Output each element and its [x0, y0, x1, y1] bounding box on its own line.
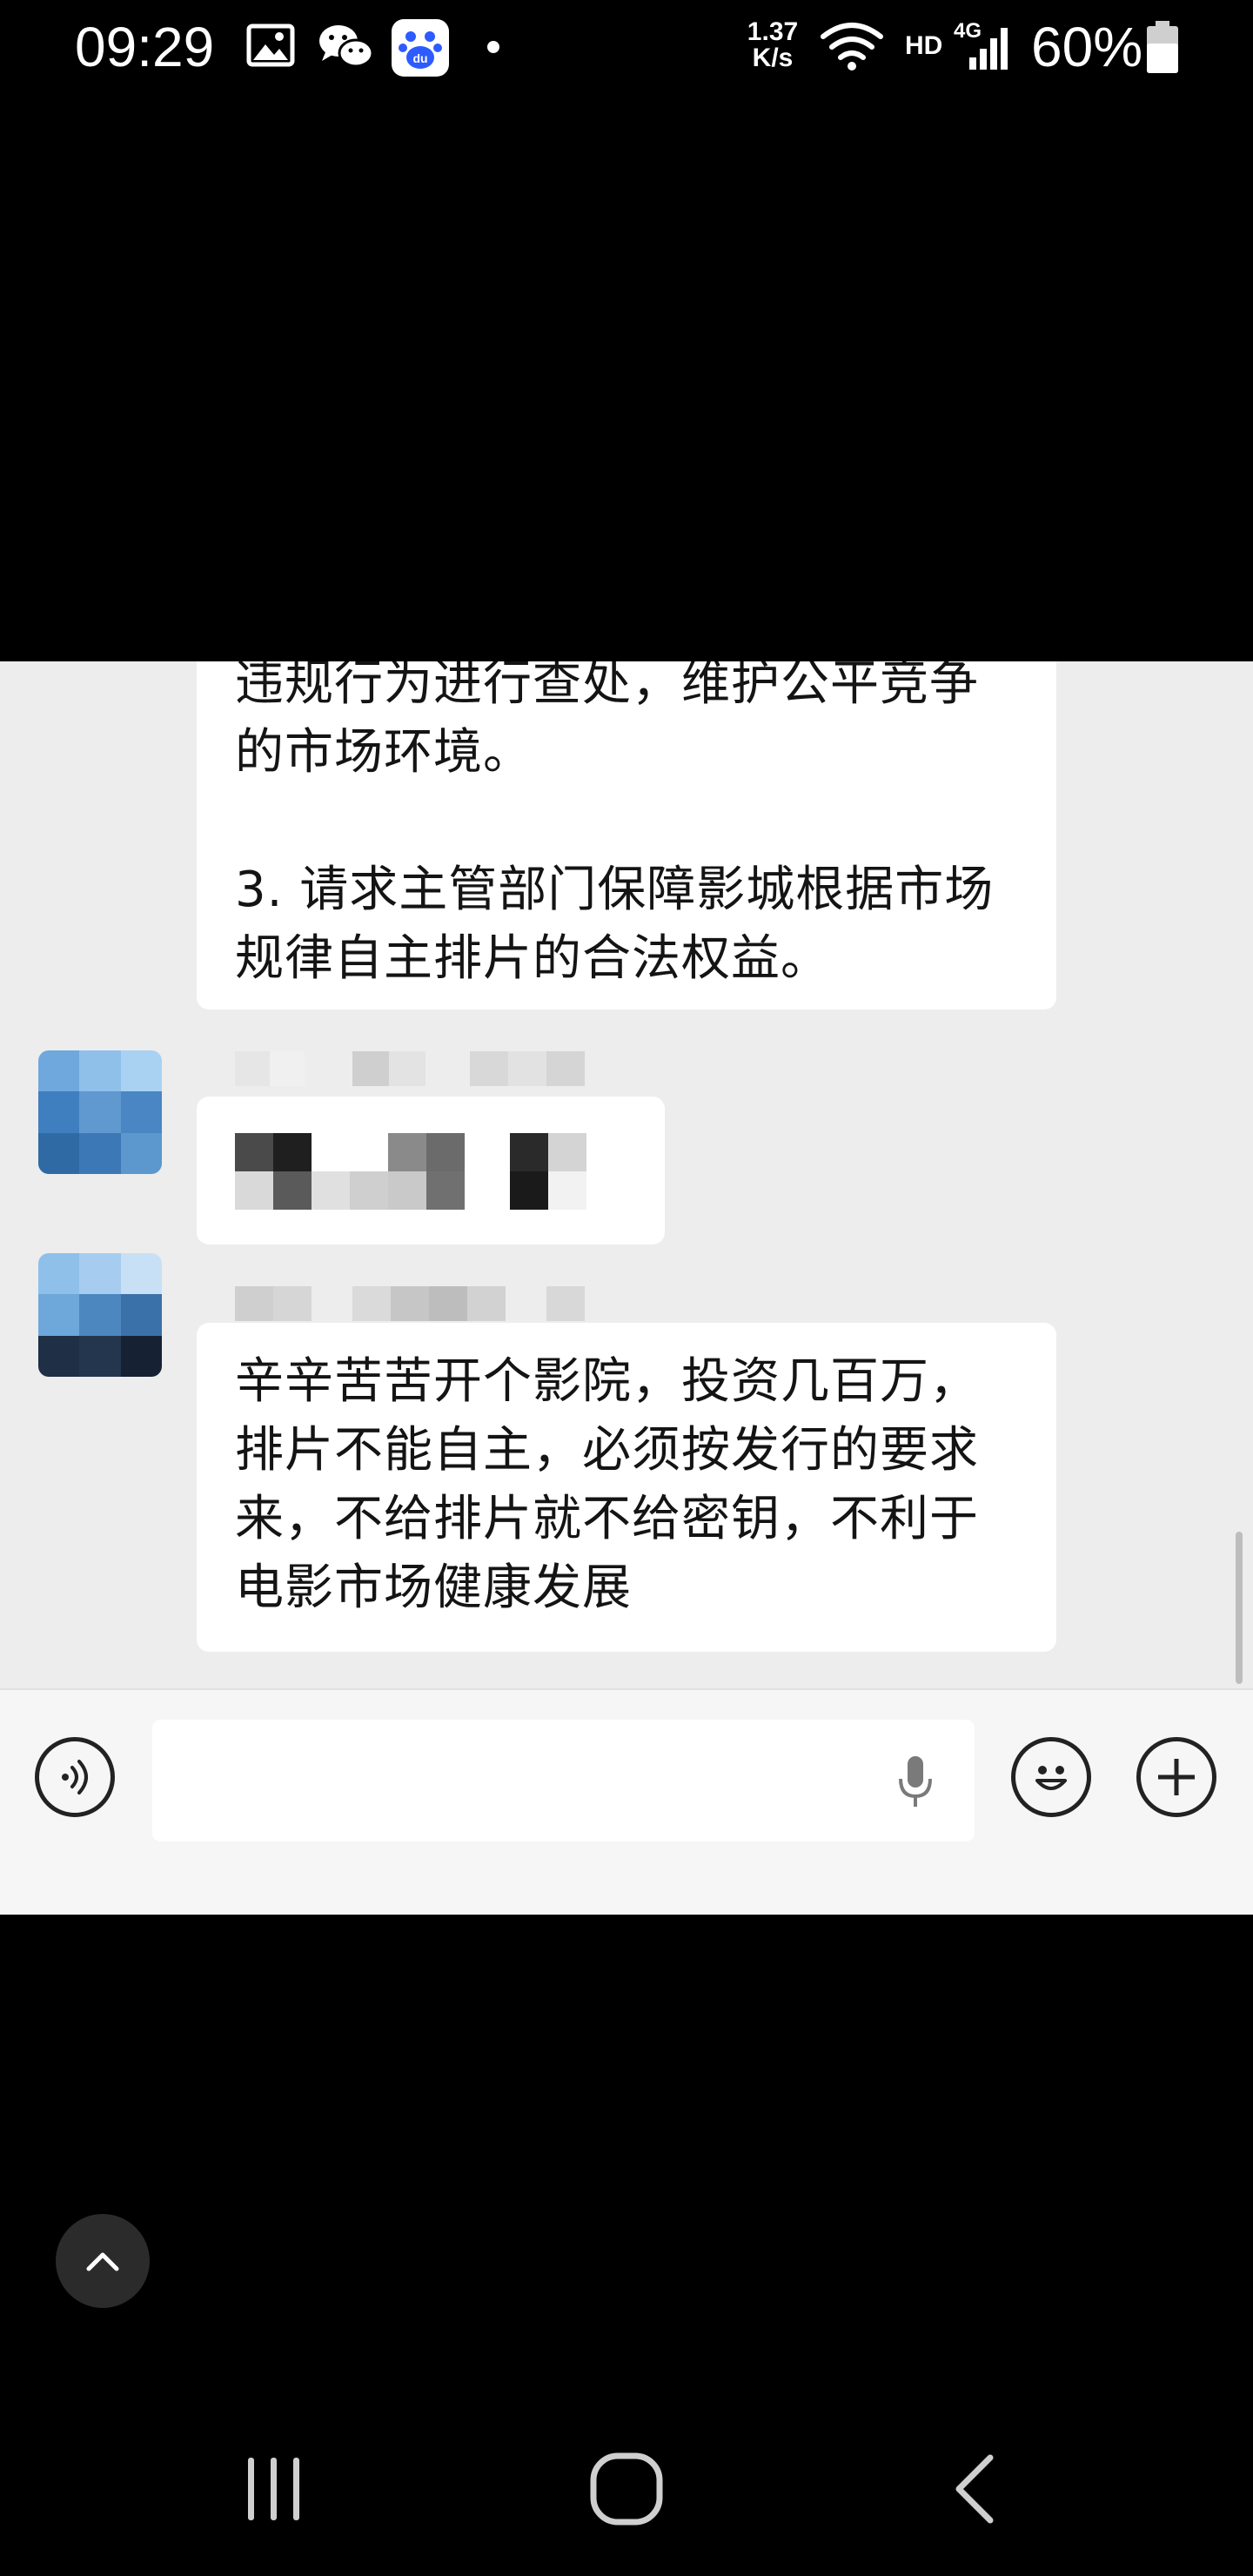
gallery-icon — [246, 23, 295, 67]
avatar[interactable] — [38, 1050, 162, 1174]
plus-icon — [1158, 1759, 1195, 1795]
message-line: 来，不给排片就不给密钥，不利于 — [235, 1491, 979, 1547]
message-line: 违规行为进行查处，维护公平竞争 — [235, 661, 979, 712]
emoji-icon — [1035, 1766, 1067, 1790]
baidu-icon: du — [392, 19, 449, 77]
message-line — [235, 787, 994, 855]
dot-icon — [487, 41, 499, 53]
clock: 09:29 — [75, 16, 215, 78]
scroll-indicator[interactable] — [1236, 1532, 1243, 1684]
voice-button[interactable] — [35, 1737, 115, 1817]
message-bubble: 违规行为进行查处，维护公平竞争 的市场环境。 3. 请求主管部门保障影城根据市场… — [197, 661, 1056, 1010]
microphone-icon[interactable] — [894, 1754, 937, 1810]
wifi-icon — [821, 23, 883, 70]
emoji-button[interactable] — [1011, 1737, 1091, 1817]
navigation-bar — [0, 2402, 1253, 2576]
chevron-up-icon — [86, 2252, 119, 2271]
recents-icon — [248, 2458, 299, 2520]
message-line: 规律自主排片的合法权益。 — [235, 930, 830, 987]
status-bar: 09:29 du 1.37 K/s HD 4G 60% — [0, 0, 1253, 96]
message-line: 排片不能自主，必须按发行的要求 — [235, 1422, 979, 1479]
svg-text:du: du — [412, 51, 427, 65]
back-button[interactable] — [931, 2402, 1018, 2576]
message-input[interactable] — [152, 1720, 975, 1841]
chat-screenshot: 违规行为进行查处，维护公平竞争 的市场环境。 3. 请求主管部门保障影城根据市场… — [0, 661, 1253, 1915]
signal-icon — [969, 28, 1008, 70]
message-line: 电影市场健康发展 — [235, 1560, 632, 1616]
back-icon — [955, 2454, 994, 2524]
avatar[interactable] — [38, 1253, 162, 1377]
voice-icon — [62, 1760, 88, 1794]
hd-label: HD — [905, 31, 943, 60]
home-icon — [590, 2452, 663, 2526]
home-button[interactable] — [574, 2402, 679, 2576]
message-line: 辛辛苦苦开个影院，投资几百万， — [235, 1353, 979, 1410]
wechat-icon — [319, 25, 374, 68]
message-line: 3. 请求主管部门保障影城根据市场 — [235, 862, 995, 918]
message-bubble-blurred — [197, 1097, 665, 1244]
scroll-top-button[interactable] — [56, 2214, 150, 2308]
network-speed: 1.37 K/s — [747, 17, 799, 72]
message-bubble: 辛辛苦苦开个影院，投资几百万， 排片不能自主，必须按发行的要求 来，不给排片就不… — [197, 1323, 1056, 1652]
battery-percent: 60% — [1031, 16, 1143, 78]
input-bar — [0, 1688, 1253, 1915]
recents-button[interactable] — [226, 2402, 322, 2576]
battery-icon — [1147, 21, 1178, 73]
message-line: 的市场环境。 — [235, 724, 533, 781]
plus-button[interactable] — [1136, 1737, 1216, 1817]
